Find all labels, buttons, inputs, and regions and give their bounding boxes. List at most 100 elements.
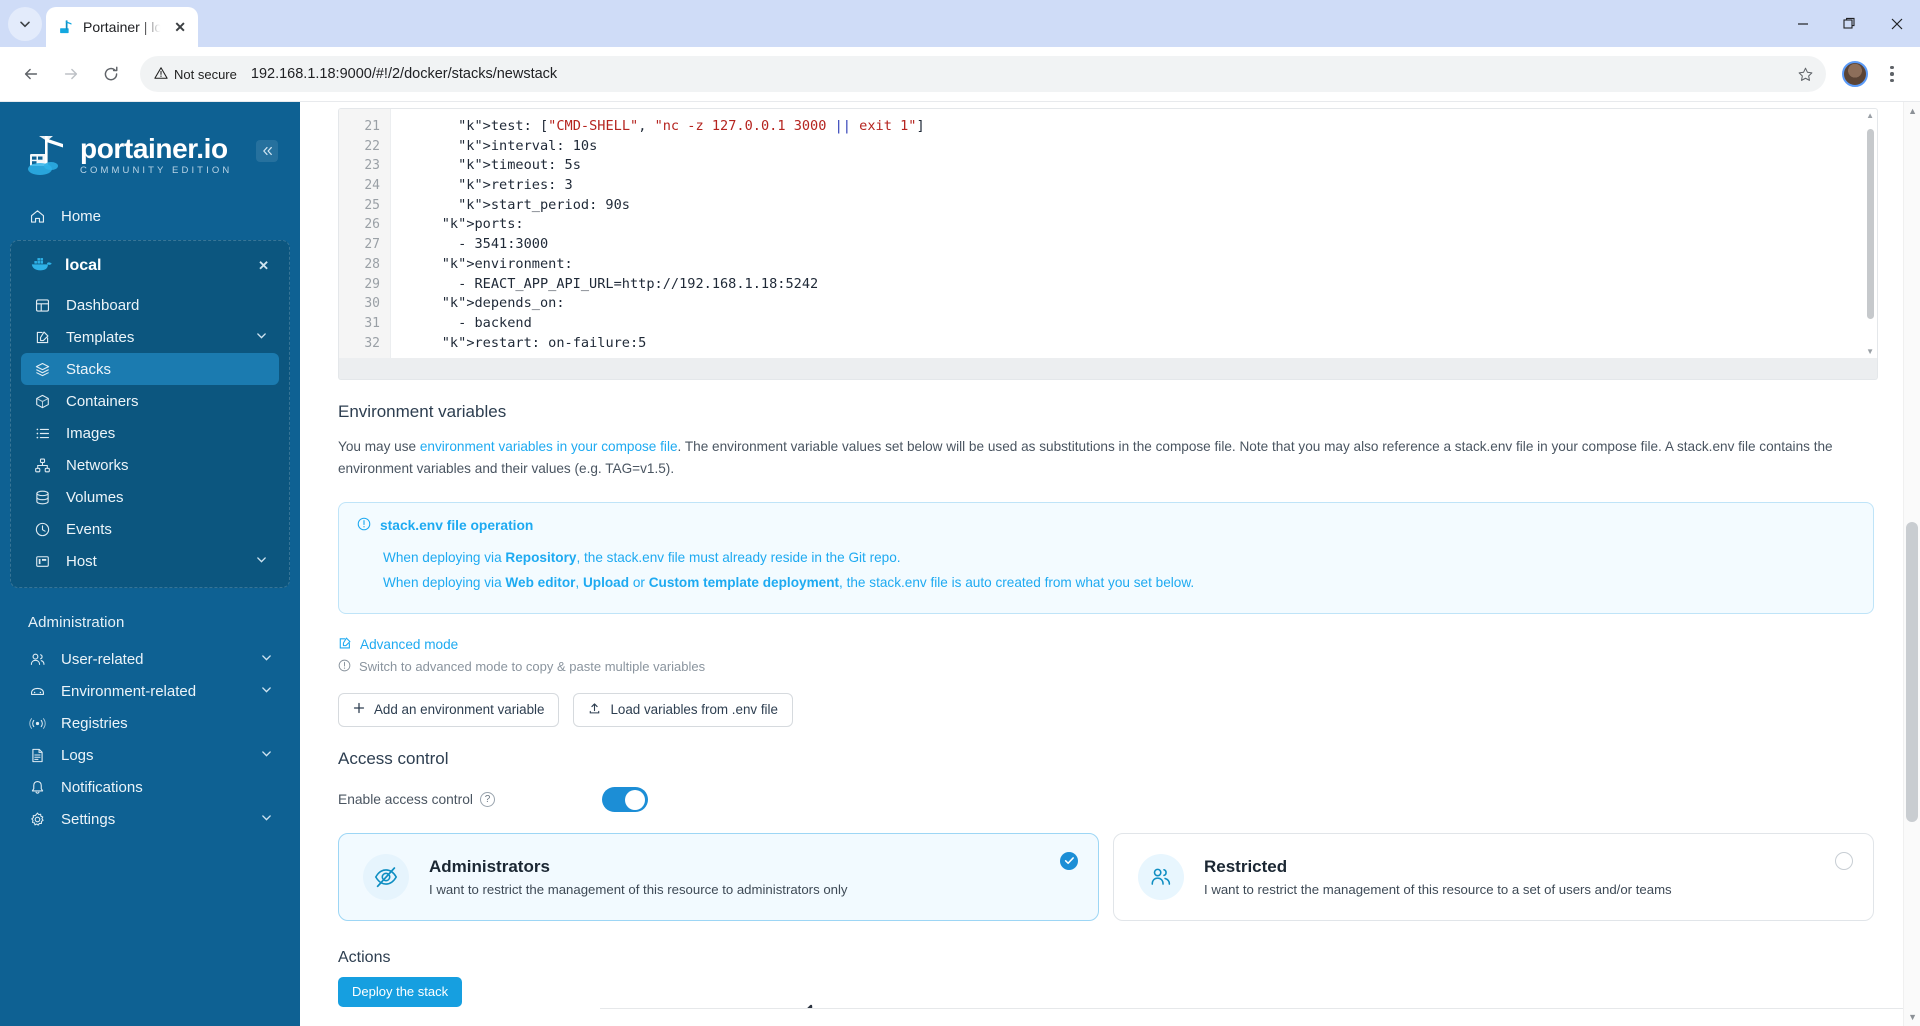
environment-close-icon[interactable]: ✕	[258, 258, 269, 274]
line2-g: , the stack.env file is auto created fro…	[839, 574, 1195, 590]
enable-access-control-toggle[interactable]	[602, 787, 648, 812]
environment-group: local ✕ Dashboard Templates Stacks Conta…	[10, 240, 290, 588]
page-scrollbar[interactable]: ▲ ▼	[1903, 102, 1920, 1026]
chevron-down-icon[interactable]	[256, 330, 267, 344]
add-environment-variable-button[interactable]: Add an environment variable	[338, 692, 560, 727]
code-line: - 3541:3000	[409, 236, 549, 253]
forward-button[interactable]	[52, 55, 90, 93]
info-circle-icon	[338, 659, 351, 675]
access-control-option-administrators-text: Administrators I want to restrict the ma…	[429, 856, 848, 896]
brand-subtitle: COMMUNITY EDITION	[80, 164, 233, 176]
question-mark-icon[interactable]: ?	[479, 792, 495, 807]
radio-empty-icon[interactable]	[1835, 851, 1853, 870]
content-bottom-strip	[600, 1008, 1903, 1026]
check-circle-icon[interactable]	[1060, 851, 1078, 870]
window-maximize-icon[interactable]	[1826, 2, 1873, 46]
sidebar-item-environment-related-label: Environment-related	[61, 682, 197, 700]
chevron-down-icon[interactable]	[256, 554, 267, 568]
tab-search-dropdown-icon[interactable]	[8, 7, 42, 41]
sidebar-item-settings[interactable]: Settings	[16, 803, 284, 835]
env-vars-doc-link[interactable]: environment variables in your compose fi…	[420, 439, 678, 454]
sidebar-item-home-label: Home	[61, 207, 102, 225]
sidebar-item-images[interactable]: Images	[21, 417, 279, 449]
sidebar-collapse-icon[interactable]	[256, 140, 278, 162]
sidebar-item-environment-related[interactable]: Environment-related	[16, 675, 284, 707]
load-variables-from-env-file-button[interactable]: Load variables from .env file	[573, 692, 793, 727]
line1-a: When deploying via	[383, 550, 506, 566]
enable-access-control-row: Enable access control ?	[338, 783, 1878, 817]
window-minimize-icon[interactable]	[1779, 2, 1826, 46]
editor-scrollbar-thumb[interactable]	[1867, 129, 1874, 319]
bookmark-star-icon[interactable]	[1790, 59, 1820, 89]
sidebar-item-networks[interactable]: Networks	[21, 449, 279, 481]
chevron-down-icon[interactable]	[261, 812, 272, 826]
brand: portainer.io COMMUNITY EDITION	[0, 108, 300, 196]
code-line: "k">start_period: 90s	[458, 196, 630, 213]
access-control-option-administrators[interactable]: Administrators I want to restrict the ma…	[338, 832, 1099, 921]
url-text[interactable]: 192.168.1.18:9000/#!/2/docker/stacks/new…	[243, 66, 1784, 82]
sidebar: portainer.io COMMUNITY EDITION Home loca…	[0, 102, 300, 1026]
page-scrollbar-thumb[interactable]	[1906, 522, 1918, 822]
portainer-favicon-icon	[58, 19, 75, 36]
browser-menu-icon[interactable]	[1876, 58, 1908, 90]
containers-icon	[33, 392, 52, 411]
sidebar-item-containers[interactable]: Containers	[21, 385, 279, 417]
env-vars-buttons: Add an environment variable Load variabl…	[338, 692, 1878, 727]
sidebar-item-events[interactable]: Events	[21, 513, 279, 545]
actions-heading: Actions	[338, 948, 391, 966]
chevron-down-icon[interactable]	[261, 748, 272, 762]
editor-scrollbar[interactable]: ▲ ▼	[1865, 109, 1875, 358]
sidebar-item-registries[interactable]: Registries	[16, 707, 284, 739]
scroll-down-arrow-icon[interactable]: ▼	[1866, 347, 1874, 356]
line-number: 28	[364, 256, 380, 272]
editor-footer	[338, 358, 1878, 380]
sidebar-item-home[interactable]: Home	[16, 200, 284, 232]
code-line: "k">ports:	[441, 216, 524, 233]
environment-icon	[28, 682, 47, 701]
events-clock-icon	[33, 520, 52, 539]
back-button[interactable]	[12, 55, 50, 93]
editor-code-area[interactable]: "k">test: ["CMD-SHELL", "nc -z 127.0.0.1…	[391, 109, 1877, 358]
sidebar-item-logs[interactable]: Logs	[16, 739, 284, 771]
access-control-option-restricted[interactable]: Restricted I want to restrict the manage…	[1113, 832, 1874, 921]
stack-env-infobox: stack.env file operation When deploying …	[338, 502, 1874, 614]
environment-name: local	[65, 257, 102, 274]
compose-editor[interactable]: 21 22 23 24 25 26 27 28 29 30 31 32 "k">…	[338, 108, 1878, 358]
advanced-mode-toggle[interactable]: Advanced mode	[338, 636, 1878, 653]
sidebar-item-stacks[interactable]: Stacks	[21, 353, 279, 385]
reload-button[interactable]	[92, 55, 130, 93]
line-number: 26	[364, 217, 380, 233]
access-control-option-administrators-title: Administrators	[429, 857, 550, 877]
line-number: 30	[364, 296, 380, 312]
window-close-icon[interactable]	[1873, 2, 1920, 46]
code-line: "k">restart: on-failure:5	[441, 334, 647, 351]
warning-triangle-icon	[154, 66, 168, 83]
profile-avatar[interactable]	[1842, 61, 1868, 87]
line2-upload: Upload	[582, 574, 630, 590]
browser-tab[interactable]: Portainer | lo ✕	[46, 7, 199, 47]
environment-header[interactable]: local ✕	[21, 249, 279, 283]
deploy-the-stack-button[interactable]: Deploy the stack	[338, 976, 463, 1007]
info-circle-icon	[357, 517, 371, 534]
admin-section-title: Administration	[28, 614, 125, 631]
browser-tabstrip: Portainer | lo ✕	[0, 0, 1920, 47]
brand-name: portainer.io	[80, 132, 228, 164]
sidebar-item-host[interactable]: Host	[21, 545, 279, 577]
chevron-down-icon[interactable]	[261, 652, 272, 666]
tab-close-icon[interactable]: ✕	[170, 17, 190, 37]
line-number: 31	[364, 315, 380, 331]
page-scroll-down-arrow-icon[interactable]: ▼	[1908, 1012, 1917, 1022]
address-bar[interactable]: Not secure 192.168.1.18:9000/#!/2/docker…	[140, 56, 1826, 92]
plus-icon	[353, 702, 365, 717]
chevron-down-icon[interactable]	[261, 684, 272, 698]
site-security-status[interactable]: Not secure	[154, 66, 237, 83]
sidebar-item-images-label: Images	[66, 424, 116, 442]
scroll-up-arrow-icon[interactable]: ▲	[1866, 111, 1874, 120]
page-scroll-up-arrow-icon[interactable]: ▲	[1908, 106, 1917, 116]
sidebar-item-dashboard[interactable]: Dashboard	[21, 289, 279, 321]
sidebar-item-user-related[interactable]: User-related	[16, 643, 284, 675]
bell-icon	[28, 778, 47, 797]
sidebar-item-volumes[interactable]: Volumes	[21, 481, 279, 513]
sidebar-item-templates[interactable]: Templates	[21, 321, 279, 353]
sidebar-item-notifications[interactable]: Notifications	[16, 771, 284, 803]
